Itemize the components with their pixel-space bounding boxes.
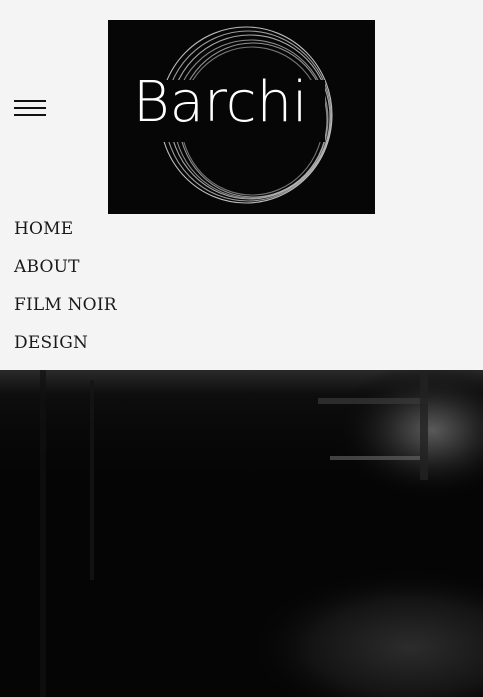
page: Barchi HOME ABOUT FILM NOIR DESIGN: [0, 0, 483, 697]
nav-item-film-noir[interactable]: FILM NOIR: [14, 294, 117, 332]
hamburger-line: [14, 107, 46, 109]
main-nav: HOME ABOUT FILM NOIR DESIGN: [14, 218, 117, 370]
site-header: Barchi HOME ABOUT FILM NOIR DESIGN: [0, 0, 483, 370]
hamburger-icon[interactable]: [14, 100, 46, 118]
nav-item-home[interactable]: HOME: [14, 218, 117, 256]
nav-item-design[interactable]: DESIGN: [14, 332, 117, 370]
hamburger-line: [14, 100, 46, 102]
hero-image: [0, 370, 483, 697]
hero-photo: [0, 370, 483, 697]
logo-text: Barchi: [133, 70, 308, 135]
site-logo[interactable]: Barchi: [108, 20, 375, 214]
hamburger-line: [14, 114, 46, 116]
nav-item-about[interactable]: ABOUT: [14, 256, 117, 294]
